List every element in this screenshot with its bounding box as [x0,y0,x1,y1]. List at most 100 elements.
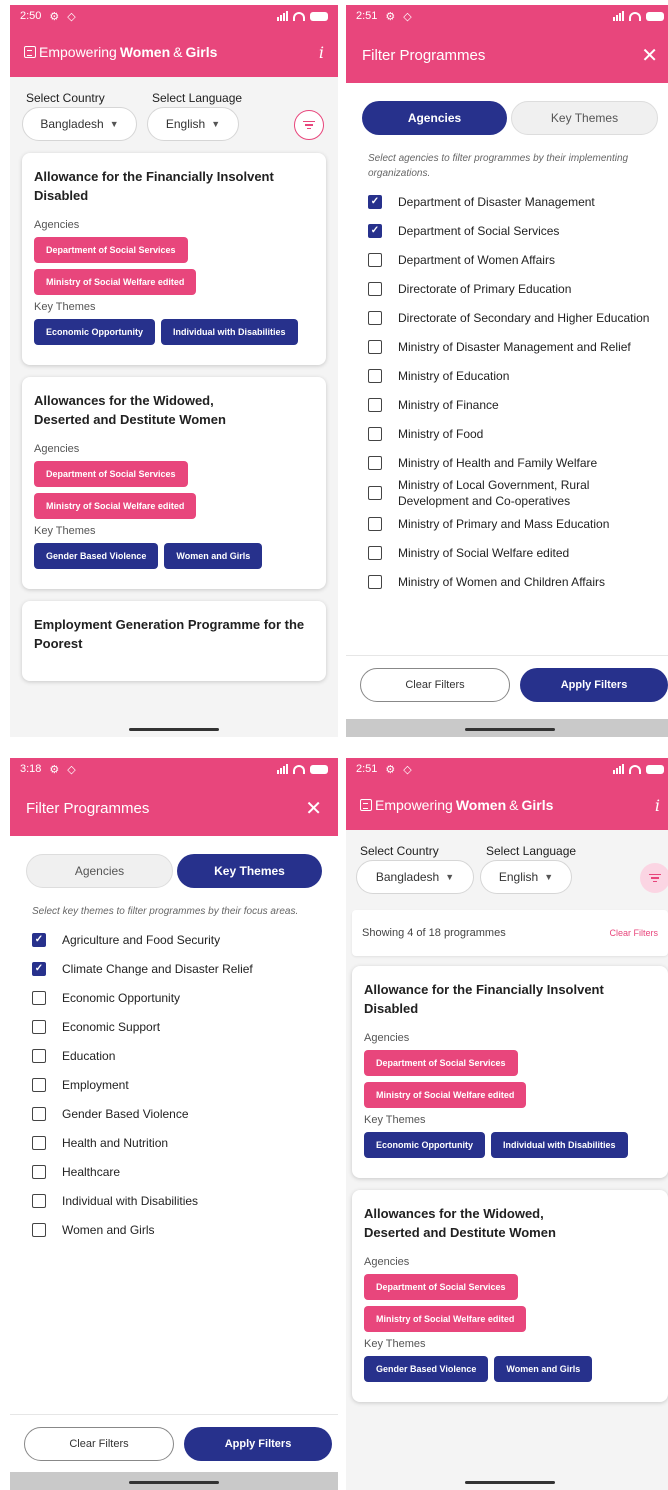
filter-option-label: Ministry of Food [398,426,484,441]
filter-option[interactable]: Ministry of Primary and Mass Education [346,509,668,538]
checkbox-icon[interactable] [368,310,382,325]
filter-option-label: Gender Based Violence [62,1106,189,1121]
theme-chip: Economic Opportunity [364,1132,486,1158]
filter-button[interactable] [640,863,668,893]
filter-option[interactable]: Ministry of Disaster Management and Reli… [346,332,668,361]
filter-option[interactable]: Ministry of Health and Family Welfare [346,448,668,477]
checkbox-checked-icon[interactable]: ✓ [32,932,46,947]
filter-option-label: Agriculture and Food Security [62,932,221,947]
close-icon[interactable]: ✕ [641,43,658,67]
checkbox-checked-icon[interactable]: ✓ [368,223,382,238]
status-bar: 2:51 ⚙ ◇ [346,758,668,780]
shield-status-icon: ◇ [67,763,76,776]
programme-card[interactable]: Employment Generation Programme for the … [22,601,326,681]
country-dropdown[interactable]: Bangladesh ▼ [22,107,137,141]
agency-chip: Ministry of Social Welfare edited [364,1306,527,1332]
checkbox-checked-icon[interactable]: ✓ [368,194,382,209]
checkbox-icon[interactable] [32,990,46,1005]
checkbox-icon[interactable] [368,545,382,560]
theme-chip: Gender Based Violence [364,1356,489,1382]
close-icon[interactable]: ✕ [305,796,322,820]
filter-title: Filter Programmes [362,46,486,64]
filter-option[interactable]: Employment [10,1070,338,1099]
filter-option[interactable]: Gender Based Violence [10,1099,338,1128]
filter-header: Filter Programmes ✕ [10,780,338,836]
filter-option[interactable]: Ministry of Education [346,361,668,390]
emblem-icon [24,46,36,58]
checkbox-icon[interactable] [368,426,382,441]
checkbox-icon[interactable] [32,1106,46,1121]
filter-option-label: Ministry of Primary and Mass Education [398,516,610,531]
filter-option[interactable]: Women and Girls [10,1215,338,1244]
filter-option[interactable]: Ministry of Local Government, Rural Deve… [346,477,668,509]
agency-chip: Department of Social Services [34,461,188,487]
checkbox-icon[interactable] [368,574,382,589]
filter-option[interactable]: ✓ Agriculture and Food Security [10,925,338,954]
filter-option[interactable]: Economic Opportunity [10,983,338,1012]
status-time: 2:50 [20,10,42,22]
filter-option[interactable]: Directorate of Secondary and Higher Educ… [346,303,668,332]
agency-chip: Ministry of Social Welfare edited [364,1082,527,1108]
checkbox-icon[interactable] [368,486,382,500]
filter-option[interactable]: ✓ Department of Social Services [346,216,668,245]
checkbox-icon[interactable] [32,1164,46,1179]
tab-agencies[interactable]: Agencies [26,854,173,888]
programme-card[interactable]: Allowance for the Financially Insolvent … [22,153,326,365]
checkbox-icon[interactable] [368,397,382,412]
filter-option[interactable]: Directorate of Primary Education [346,274,668,303]
clear-filters-button[interactable]: Clear Filters [360,667,510,702]
checkbox-icon[interactable] [368,516,382,531]
checkbox-icon[interactable] [32,1077,46,1092]
country-dropdown[interactable]: Bangladesh ▼ [356,860,474,894]
filter-option-label: Ministry of Social Welfare edited [398,545,570,560]
home-indicator [129,728,219,731]
filter-button[interactable] [294,110,324,140]
programme-card[interactable]: Allowances for the Widowed, Deserted and… [22,377,326,589]
tab-agencies[interactable]: Agencies [362,101,507,135]
filter-option[interactable]: Economic Support [10,1012,338,1041]
filter-option[interactable]: Healthcare [10,1157,338,1186]
programme-card[interactable]: Allowance for the Financially Insolvent … [352,966,668,1178]
filter-option[interactable]: ✓ Climate Change and Disaster Relief [10,954,338,983]
programme-card[interactable]: Allowances for the Widowed, Deserted and… [352,1190,668,1402]
tab-key-themes[interactable]: Key Themes [177,854,322,888]
clear-filters-button[interactable]: Clear Filters [24,1426,174,1461]
checkbox-icon[interactable] [32,1222,46,1237]
info-icon[interactable]: i [655,796,660,815]
theme-chip: Women and Girls [164,543,263,569]
filter-option[interactable]: ✓ Department of Disaster Management [346,187,668,216]
filter-option[interactable]: Department of Women Affairs [346,245,668,274]
checkbox-icon[interactable] [32,1135,46,1150]
checkbox-icon[interactable] [32,1193,46,1208]
checkbox-checked-icon[interactable]: ✓ [32,961,46,976]
agencies-heading: Agencies [34,443,80,455]
settings-status-icon: ⚙ [385,763,396,776]
tab-key-themes[interactable]: Key Themes [511,101,658,135]
apply-filters-button[interactable]: Apply Filters [520,667,668,702]
checkbox-icon[interactable] [368,281,382,296]
checkbox-icon[interactable] [368,455,382,470]
checkbox-icon[interactable] [368,252,382,267]
filter-option-label: Directorate of Primary Education [398,281,572,296]
screen-filter-agencies: 2:51 ⚙ ◇ Filter Programmes ✕ Agencies Ke… [346,5,668,737]
language-dropdown[interactable]: English ▼ [480,860,572,894]
screen-filtered-results: 2:51 ⚙ ◇ Empowering Women & Girls i Select … [346,758,668,1490]
agency-chip: Department of Social Services [34,237,188,263]
language-dropdown[interactable]: English ▼ [147,107,239,141]
home-indicator [465,728,555,731]
checkbox-icon[interactable] [32,1019,46,1034]
clear-filters-link[interactable]: Clear Filters [609,928,658,938]
checkbox-icon[interactable] [32,1048,46,1063]
apply-filters-button[interactable]: Apply Filters [184,1426,332,1461]
info-icon[interactable]: i [319,43,324,62]
filter-option[interactable]: Health and Nutrition [10,1128,338,1157]
checkbox-icon[interactable] [368,339,382,354]
filter-option[interactable]: Education [10,1041,338,1070]
filter-option[interactable]: Ministry of Finance [346,390,668,419]
checkbox-icon[interactable] [368,368,382,383]
select-country-label: Select Country [26,91,105,105]
filter-option[interactable]: Individual with Disabilities [10,1186,338,1215]
filter-option[interactable]: Ministry of Food [346,419,668,448]
filter-option[interactable]: Ministry of Women and Children Affairs [346,567,668,596]
filter-option[interactable]: Ministry of Social Welfare edited [346,538,668,567]
